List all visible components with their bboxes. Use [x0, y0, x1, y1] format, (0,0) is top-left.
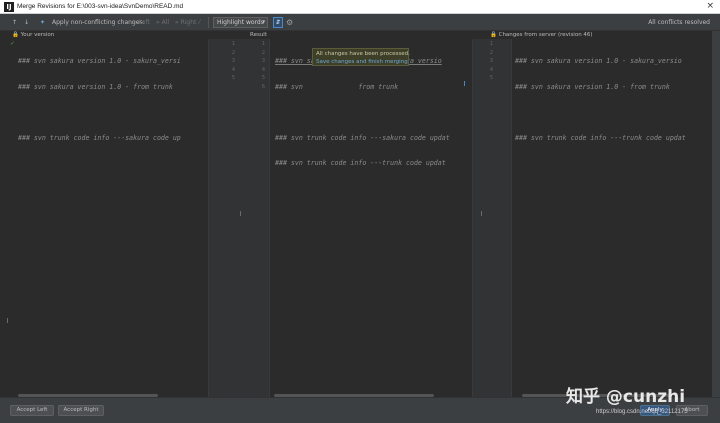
line-number: 3: [489, 58, 493, 64]
apply-left-button[interactable]: « Left: [133, 17, 150, 28]
apply-non-conflicting-label: Apply non-conflicting changes:: [52, 19, 145, 26]
highlight-words-select[interactable]: Highlight words ▾: [213, 17, 268, 28]
line-number: 1: [489, 41, 493, 47]
save-and-finish-link[interactable]: Save changes and finish merging: [316, 58, 408, 66]
code-line: ### svn trunk code info ---sakura code u…: [275, 133, 450, 142]
merge-complete-tooltip: All changes have been processed. Save ch…: [312, 48, 410, 66]
left-arrows-icon: «: [133, 19, 137, 26]
right-side-strip: [712, 31, 720, 397]
line-number: 3: [261, 58, 265, 64]
chevron-down-icon: ▾: [262, 19, 265, 25]
gear-icon[interactable]: ⚙: [286, 17, 293, 28]
line-number: 2: [231, 49, 235, 56]
code-line: ### svn sakura version 1.0 - from trunk: [18, 82, 173, 91]
result-editor[interactable]: ### svn sakura version 1.0 - sakura_vers…: [270, 39, 472, 397]
intellij-app-icon: IJ: [4, 2, 14, 12]
caret-marker: [464, 81, 465, 86]
server-changes-editor[interactable]: ### svn sakura version 1.0 - sakura_vers…: [512, 39, 712, 397]
accept-right-button[interactable]: Accept Right: [58, 405, 104, 416]
lock-icon: 🔒: [12, 32, 19, 38]
zhihu-watermark: 知乎 @cunzhi: [566, 387, 686, 407]
conflicts-status: All conflicts resolved: [648, 19, 710, 26]
code-line: ### svn from trunk: [275, 82, 399, 91]
server-changes-code: ### svn sakura version 1.0 - sakura_vers…: [515, 40, 686, 159]
line-number: 4: [261, 66, 265, 73]
code-line: ### svn sakura version 1.0 - sakura_vers…: [515, 57, 682, 65]
your-version-header: 🔒 Your version: [12, 32, 55, 38]
line-number: 1: [231, 41, 235, 47]
your-version-editor[interactable]: ### svn sakura version 1.0 - sakura_vers…: [10, 39, 208, 397]
tooltip-message: All changes have been processed.: [316, 51, 410, 57]
right-arrows-icon: »: [175, 19, 179, 26]
magic-resolve-icon[interactable]: ✦: [40, 17, 45, 28]
line-number: 5: [261, 75, 265, 81]
server-changes-header: 🔒 Changes from server (revision 46): [490, 32, 593, 38]
accept-checkmark-icon[interactable]: ✓: [10, 40, 15, 47]
title-bar: IJ Merge Revisions for E:\003-svn-idea\S…: [0, 0, 720, 14]
highlight-words-value: Highlight words: [217, 19, 264, 26]
line-number: 4: [489, 66, 493, 73]
left-edge-marker: [7, 318, 8, 323]
result-header: Result: [250, 32, 267, 38]
close-icon[interactable]: ×: [706, 1, 714, 11]
gutter-marker: [481, 211, 482, 216]
magic-wand-icon[interactable]: ⁄: [199, 17, 200, 28]
apply-right-button[interactable]: » Right: [175, 17, 196, 28]
line-number: 6: [261, 83, 265, 90]
gutter-marker: [240, 211, 241, 216]
code-line: ### svn trunk code info ---sakura code u…: [18, 133, 181, 142]
all-arrows-icon: »: [156, 19, 160, 26]
apply-all-button[interactable]: » All: [156, 17, 169, 28]
code-line: ### svn trunk code info ---trunk code up…: [515, 133, 686, 142]
toolbar-separator: [208, 17, 209, 28]
previous-change-icon[interactable]: ↑: [12, 17, 17, 28]
line-number: 2: [261, 49, 265, 56]
line-number: 2: [489, 49, 493, 56]
window-title: Merge Revisions for E:\003-svn-idea\SvnD…: [17, 3, 184, 10]
right-line-numbers-gutter: 1 2 3 4 5: [472, 39, 512, 397]
code-line: ### svn trunk code info ---trunk code up…: [275, 159, 446, 167]
code-line: ### svn sakura version 1.0 - sakura_vers…: [18, 57, 181, 65]
line-number: 5: [231, 75, 235, 81]
line-number: 1: [261, 41, 265, 47]
synchronize-scrolling-toggle[interactable]: ⇵: [273, 17, 283, 28]
line-number: 5: [489, 75, 493, 81]
line-number: 4: [231, 66, 235, 73]
lock-icon: 🔒: [490, 32, 497, 38]
merge-toolbar: ↑ ↓ ✦ Apply non-conflicting changes: « L…: [0, 14, 720, 31]
line-number: 3: [231, 58, 235, 64]
watermark-url: https://blog.csdn.net/qq_32112175: [596, 409, 688, 415]
left-line-numbers-gutter: 1 2 3 4 5 1 2 3 4 5 6: [208, 39, 270, 397]
your-version-code: ### svn sakura version 1.0 - sakura_vers…: [18, 40, 181, 159]
accept-left-button[interactable]: Accept Left: [10, 405, 54, 416]
code-line: ### svn sakura version 1.0 - from trunk: [515, 82, 670, 91]
next-change-icon[interactable]: ↓: [24, 17, 29, 28]
